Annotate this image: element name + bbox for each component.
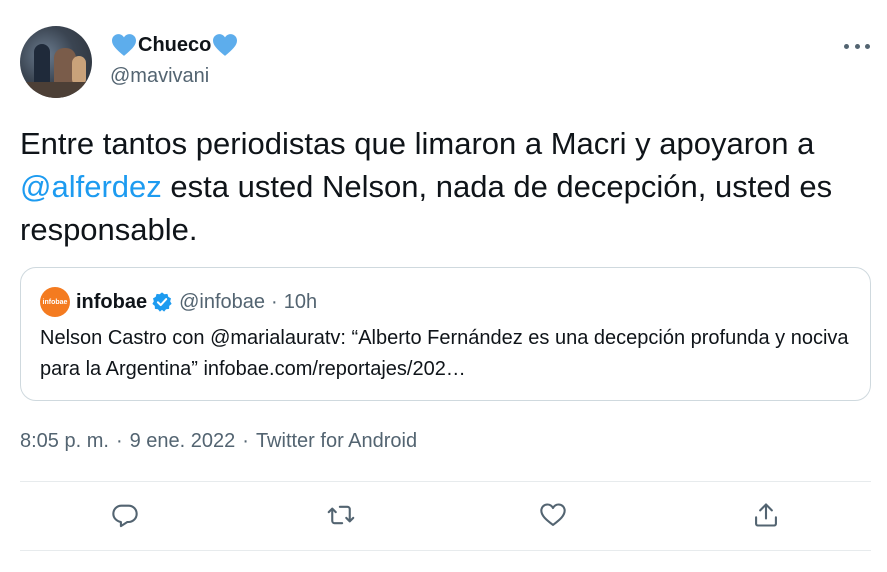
like-button[interactable]: [538, 500, 568, 530]
tweet-meta: 8:05 p. m. · 9 ene. 2022 · Twitter for A…: [20, 428, 417, 454]
dot: [844, 43, 849, 49]
quoted-tweet-time: 10h: [283, 290, 318, 313]
quoted-tweet-card[interactable]: infobae infobae @infobae · 10h Nelson Ca…: [20, 267, 871, 401]
dot: [865, 43, 870, 49]
separator-dot: ·: [271, 290, 278, 313]
share-icon: [755, 503, 777, 527]
reply-icon: [112, 504, 138, 528]
avatar-background: [20, 82, 92, 98]
quoted-tweet-header: infobae infobae @infobae · 10h: [40, 287, 318, 317]
tweet-date[interactable]: 9 ene. 2022: [130, 428, 236, 454]
separator-dot: ·: [242, 430, 249, 452]
tweet-text-part: Entre tantos periodistas que limaron a M…: [20, 126, 815, 161]
dot: [854, 43, 860, 49]
retweet-button[interactable]: [326, 500, 356, 530]
quoted-tweet-text: Nelson Castro con @marialauratv: “Albert…: [40, 327, 849, 380]
tweet-time[interactable]: 8:05 p. m.: [20, 428, 109, 454]
divider: [20, 550, 871, 551]
separator-dot: ·: [115, 430, 123, 452]
verified-badge-icon: [152, 292, 172, 312]
tweet-avatar[interactable]: [20, 26, 92, 98]
infobae-logo: infobae: [40, 287, 70, 317]
tweet-text: Entre tantos periodistas que limaron a M…: [20, 122, 860, 251]
author-display-name: Chueco: [138, 34, 212, 56]
quoted-author-name: infobae: [76, 290, 148, 313]
mention-link[interactable]: @alferdez: [20, 169, 162, 204]
quoted-author-handle: @infobae: [179, 290, 266, 313]
tweet-actions-bar: [20, 482, 871, 550]
blue-heart-icon: [213, 34, 238, 56]
retweet-icon: [327, 505, 355, 525]
heart-icon: [540, 503, 566, 526]
share-button[interactable]: [751, 500, 781, 530]
author-handle[interactable]: @mavivani: [110, 64, 209, 88]
more-options-icon[interactable]: [844, 36, 870, 56]
avatar-figure: [34, 44, 50, 84]
reply-button[interactable]: [110, 500, 140, 530]
author-name-row[interactable]: Chueco: [110, 32, 239, 58]
blue-heart-icon: [112, 34, 136, 56]
tweet-source[interactable]: Twitter for Android: [256, 428, 417, 454]
